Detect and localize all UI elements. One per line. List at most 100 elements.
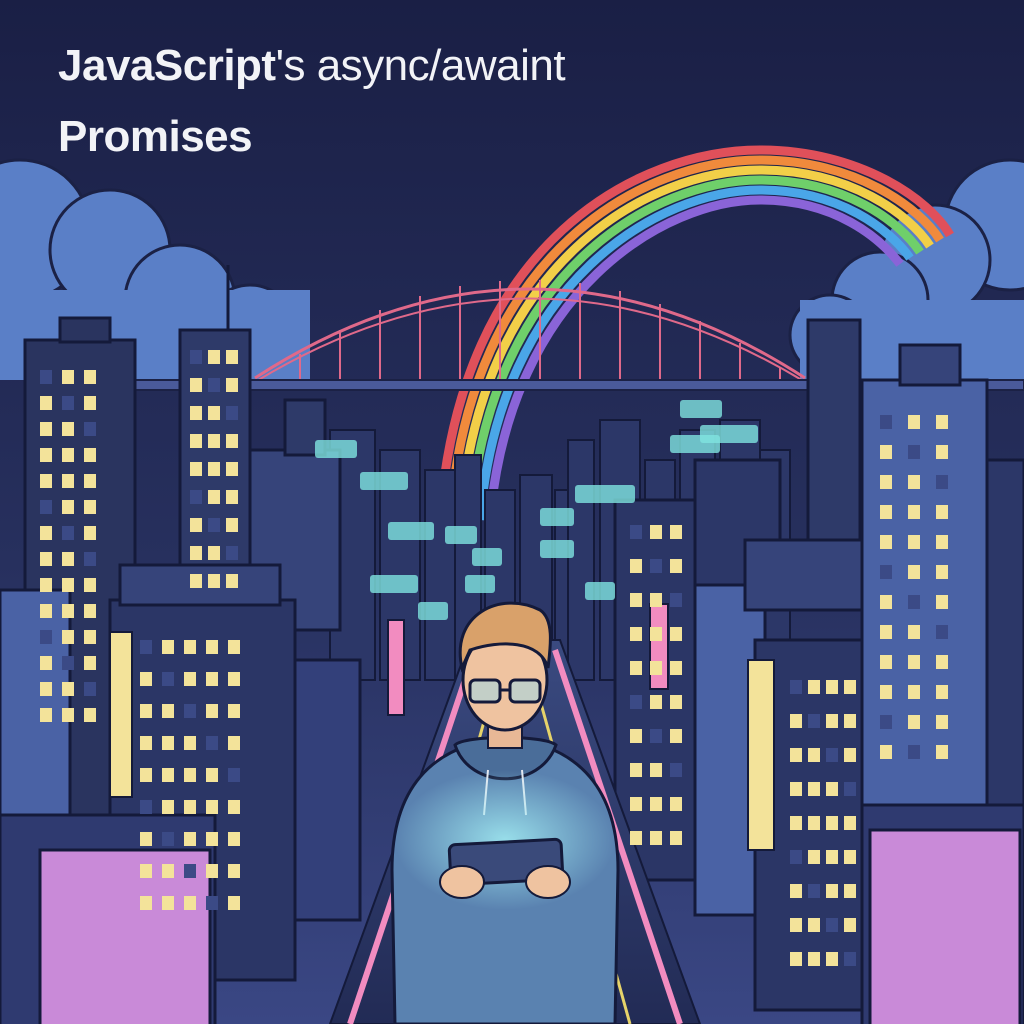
window	[206, 672, 218, 686]
window	[650, 831, 662, 845]
code-bubble	[445, 526, 477, 544]
window	[844, 918, 856, 932]
code-bubble	[700, 425, 758, 443]
window	[880, 745, 892, 759]
window	[630, 831, 642, 845]
window	[936, 715, 948, 729]
window	[630, 559, 642, 573]
window	[670, 831, 682, 845]
window	[162, 640, 174, 654]
window	[40, 474, 52, 488]
code-bubble	[418, 602, 448, 620]
window	[206, 800, 218, 814]
window	[936, 595, 948, 609]
window	[184, 896, 196, 910]
window	[190, 350, 202, 364]
window	[880, 625, 892, 639]
window	[190, 574, 202, 588]
window	[790, 816, 802, 830]
window	[40, 448, 52, 462]
window	[208, 518, 220, 532]
window	[228, 896, 240, 910]
window	[790, 680, 802, 694]
window	[228, 672, 240, 686]
window	[162, 896, 174, 910]
window	[206, 864, 218, 878]
window	[936, 505, 948, 519]
window	[844, 884, 856, 898]
window	[808, 680, 820, 694]
code-bubble	[315, 440, 357, 458]
window	[650, 695, 662, 709]
window	[808, 782, 820, 796]
window	[808, 816, 820, 830]
window	[140, 640, 152, 654]
window	[908, 505, 920, 519]
window	[162, 736, 174, 750]
window	[670, 763, 682, 777]
window	[670, 797, 682, 811]
neon-sign	[747, 659, 775, 851]
code-bubble	[575, 485, 635, 503]
window	[226, 434, 238, 448]
window	[880, 505, 892, 519]
window	[184, 832, 196, 846]
window	[908, 655, 920, 669]
window	[208, 546, 220, 560]
window	[826, 952, 838, 966]
window	[84, 552, 96, 566]
window	[650, 797, 662, 811]
window	[630, 763, 642, 777]
window	[936, 415, 948, 429]
window	[630, 695, 642, 709]
window	[62, 474, 74, 488]
window	[880, 565, 892, 579]
window	[936, 565, 948, 579]
window	[650, 729, 662, 743]
neon-sign	[649, 603, 669, 690]
window	[670, 729, 682, 743]
window	[208, 574, 220, 588]
window	[790, 714, 802, 728]
window	[140, 736, 152, 750]
window	[630, 593, 642, 607]
window	[908, 415, 920, 429]
window	[190, 546, 202, 560]
window	[206, 736, 218, 750]
window	[62, 708, 74, 722]
window	[208, 490, 220, 504]
neon-sign	[387, 619, 405, 716]
window	[206, 832, 218, 846]
window	[206, 896, 218, 910]
window	[162, 704, 174, 718]
window	[880, 595, 892, 609]
window	[908, 685, 920, 699]
window	[908, 475, 920, 489]
window	[140, 672, 152, 686]
window	[208, 406, 220, 420]
window	[936, 535, 948, 549]
window	[84, 630, 96, 644]
code-bubble	[585, 582, 615, 600]
window	[190, 434, 202, 448]
window	[808, 850, 820, 864]
window	[62, 422, 74, 436]
window	[844, 850, 856, 864]
window	[62, 630, 74, 644]
window	[62, 448, 74, 462]
window	[880, 535, 892, 549]
window	[40, 682, 52, 696]
window	[670, 559, 682, 573]
window	[62, 578, 74, 592]
code-bubble	[540, 508, 574, 526]
window	[226, 378, 238, 392]
window	[808, 884, 820, 898]
window	[826, 714, 838, 728]
window	[670, 593, 682, 607]
window	[84, 370, 96, 384]
window	[228, 768, 240, 782]
window	[226, 490, 238, 504]
window	[84, 396, 96, 410]
window	[880, 415, 892, 429]
window	[826, 816, 838, 830]
